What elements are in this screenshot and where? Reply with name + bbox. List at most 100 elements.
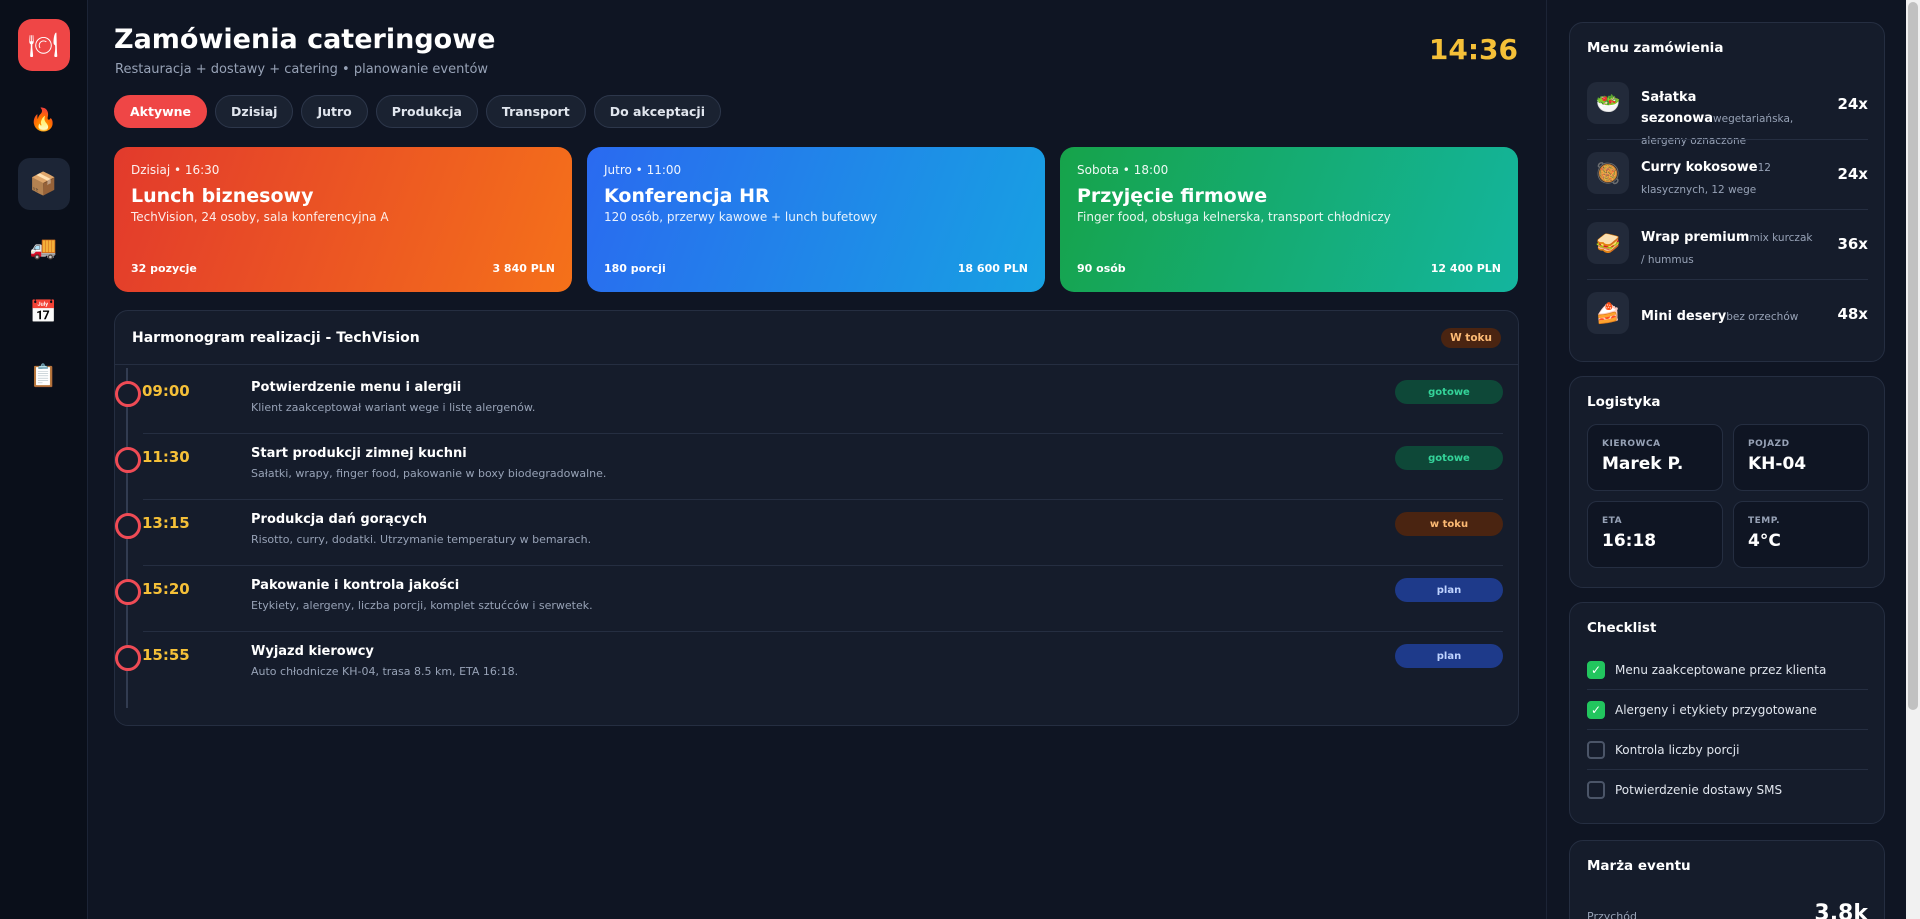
fire-icon[interactable]: 🔥 xyxy=(18,94,70,146)
scrollbar-thumb[interactable] xyxy=(1908,2,1918,710)
package-icon[interactable]: 📦 xyxy=(17,158,70,210)
right-panel: Menu zamówienia 🥗 Sałatka sezonowawegeta… xyxy=(1546,0,1920,919)
timeline-row: 13:15 Produkcja dań gorących Risotto, cu… xyxy=(115,500,1503,566)
timeline-dot xyxy=(115,447,141,473)
event-card[interactable]: Dzisiaj • 16:30 Lunch biznesowy TechVisi… xyxy=(114,147,572,292)
event-when: Sobota • 18:00 xyxy=(1077,163,1169,177)
logistics-label: TEMP. xyxy=(1748,516,1781,526)
timeline-task-description: Auto chłodnicze KH-04, trasa 8.5 km, ETA… xyxy=(251,665,519,678)
event-count: 32 pozycje xyxy=(131,262,197,275)
timeline-dot xyxy=(115,513,141,539)
checklist-item[interactable]: ✓ Alergeny i etykiety przygotowane xyxy=(1587,690,1868,730)
checklist-panel: Checklist ✓ Menu zaakceptowane przez kli… xyxy=(1569,602,1885,824)
menu-item[interactable]: 🍰 Mini deserybez orzechów 48x xyxy=(1587,280,1868,350)
event-when: Dzisiaj • 16:30 xyxy=(131,163,220,177)
menu-item[interactable]: 🥪 Wrap premiummix kurczak / hummus 36x xyxy=(1587,210,1868,280)
tab-produkcja[interactable]: Produkcja xyxy=(375,95,478,128)
event-card[interactable]: Jutro • 11:00 Konferencja HR 120 osób, p… xyxy=(587,147,1045,292)
status-pill[interactable]: gotowe xyxy=(1395,380,1503,404)
timeline-time: 15:55 xyxy=(142,646,190,664)
checklist-item[interactable]: Potwierdzenie dostawy SMS xyxy=(1587,770,1868,810)
menu-item-name: Mini desery xyxy=(1641,309,1727,324)
timeline-task-description: Sałatki, wrapy, finger food, pakowanie w… xyxy=(251,467,607,480)
margin-value: 3.8k xyxy=(1814,901,1868,919)
timeline-task-description: Risotto, curry, dodatki. Utrzymanie temp… xyxy=(251,533,592,546)
calendar-icon[interactable]: 📅 xyxy=(18,286,70,338)
timeline-task-name: Produkcja dań gorących xyxy=(251,512,427,527)
tab-do-akceptacji[interactable]: Do akceptacji xyxy=(593,95,721,128)
event-description: 120 osób, przerwy kawowe + lunch bufetow… xyxy=(604,210,878,224)
sidebar: 🍽 🔥 📦 🚚 📅 📋 xyxy=(0,0,88,919)
checklist-label: Potwierdzenie dostawy SMS xyxy=(1615,783,1783,797)
timeline-time: 11:30 xyxy=(142,448,190,466)
logistics-label: POJAZD xyxy=(1748,439,1790,449)
checklist-label: Menu zaakceptowane przez klienta xyxy=(1615,662,1827,677)
panel-title: Logistyka xyxy=(1587,394,1661,410)
timeline-row: 11:30 Start produkcji zimnej kuchni Sała… xyxy=(115,434,1503,500)
checklist-label: Kontrola liczby porcji xyxy=(1615,742,1740,757)
timeline-dot xyxy=(115,579,141,605)
panel-title: Menu zamówienia xyxy=(1587,40,1724,56)
menu-item-name: Curry kokosowe xyxy=(1641,160,1758,175)
checkbox-checked-icon[interactable]: ✓ xyxy=(1587,700,1605,719)
timeline-task-name: Pakowanie i kontrola jakości xyxy=(251,578,460,593)
schedule-header: Harmonogram realizacji - TechVision W to… xyxy=(115,311,1518,365)
schedule-title: Harmonogram realizacji - TechVision xyxy=(132,329,420,346)
menu-item-note: bez orzechów xyxy=(1726,311,1799,323)
order-menu-panel: Menu zamówienia 🥗 Sałatka sezonowawegeta… xyxy=(1569,22,1885,362)
menu-item[interactable]: 🥘 Curry kokosowe12 klasycznych, 12 wege … xyxy=(1587,140,1868,210)
menu-item-text: Mini deserybez orzechów xyxy=(1641,305,1819,327)
logistics-vehicle: POJAZD KH-04 xyxy=(1733,424,1869,491)
checkbox-empty-icon[interactable] xyxy=(1587,740,1605,759)
tab-aktywne[interactable]: Aktywne xyxy=(114,95,208,128)
clipboard-icon[interactable]: 📋 xyxy=(18,350,70,402)
checkbox-checked-icon[interactable]: ✓ xyxy=(1587,660,1605,679)
event-title: Przyjęcie firmowe xyxy=(1077,185,1268,207)
menu-item[interactable]: 🥗 Sałatka sezonowawegetariańska, alergen… xyxy=(1587,70,1868,147)
timeline-row: 15:20 Pakowanie i kontrola jakości Etyki… xyxy=(115,566,1503,632)
checklist-label: Alergeny i etykiety przygotowane xyxy=(1615,702,1817,717)
logistics-label: ETA xyxy=(1602,516,1623,526)
timeline-dot xyxy=(115,381,141,407)
cake-slice-icon: 🍰 xyxy=(1587,292,1629,334)
timeline-row: 15:55 Wyjazd kierowcy Auto chłodnicze KH… xyxy=(115,632,1503,698)
event-description: TechVision, 24 osoby, sala konferencyjna… xyxy=(131,210,389,224)
event-price: 3 840 PLN xyxy=(492,262,555,275)
event-title: Konferencja HR xyxy=(604,185,770,207)
salad-bowl-icon: 🥗 xyxy=(1587,82,1629,124)
status-pill[interactable]: plan xyxy=(1395,578,1503,602)
tab-dzisiaj[interactable]: Dzisiaj xyxy=(215,95,294,128)
event-price: 12 400 PLN xyxy=(1430,262,1501,275)
timeline-task-description: Klient zaakceptował wariant wege i listę… xyxy=(251,401,536,414)
logistics-value: Marek P. xyxy=(1602,454,1684,474)
plate-cutlery-icon[interactable]: 🍽 xyxy=(17,19,70,71)
delivery-truck-icon[interactable]: 🚚 xyxy=(18,222,70,274)
logistics-label: KIEROWCA xyxy=(1602,439,1661,449)
status-pill[interactable]: w toku xyxy=(1395,512,1503,536)
timeline-task-description: Etykiety, alergeny, liczba porcji, kompl… xyxy=(251,599,593,612)
checkbox-empty-icon[interactable] xyxy=(1587,781,1605,799)
status-pill[interactable]: gotowe xyxy=(1395,446,1503,470)
margin-label: Przychód xyxy=(1587,910,1637,919)
panel-title: Marża eventu xyxy=(1587,858,1691,874)
tab-transport[interactable]: Transport xyxy=(485,95,586,128)
timeline-task-name: Start produkcji zimnej kuchni xyxy=(251,446,467,461)
status-pill[interactable]: plan xyxy=(1395,644,1503,668)
menu-item-name: Sałatka sezonowa xyxy=(1641,90,1714,126)
menu-item-text: Wrap premiummix kurczak / hummus xyxy=(1641,226,1819,270)
event-description: Finger food, obsługa kelnerska, transpor… xyxy=(1077,210,1391,224)
event-card[interactable]: Sobota • 18:00 Przyjęcie firmowe Finger … xyxy=(1060,147,1518,292)
menu-item-quantity: 24x xyxy=(1837,95,1868,113)
timeline-time: 15:20 xyxy=(142,580,190,598)
tab-jutro[interactable]: Jutro xyxy=(301,95,368,128)
logistics-grid: KIEROWCA Marek P. POJAZD KH-04 ETA 16:18… xyxy=(1587,424,1869,568)
logistics-value: 16:18 xyxy=(1602,531,1657,551)
filter-tabs: Aktywne Dzisiaj Jutro Produkcja Transpor… xyxy=(114,95,721,128)
checklist-item[interactable]: ✓ Menu zaakceptowane przez klienta xyxy=(1587,650,1868,690)
logistics-value: 4°C xyxy=(1748,531,1781,551)
timeline-time: 09:00 xyxy=(142,382,190,400)
logistics-value: KH-04 xyxy=(1748,454,1807,474)
clock: 14:36 xyxy=(1428,33,1518,66)
menu-item-quantity: 24x xyxy=(1837,165,1868,183)
checklist-item[interactable]: Kontrola liczby porcji xyxy=(1587,730,1868,770)
